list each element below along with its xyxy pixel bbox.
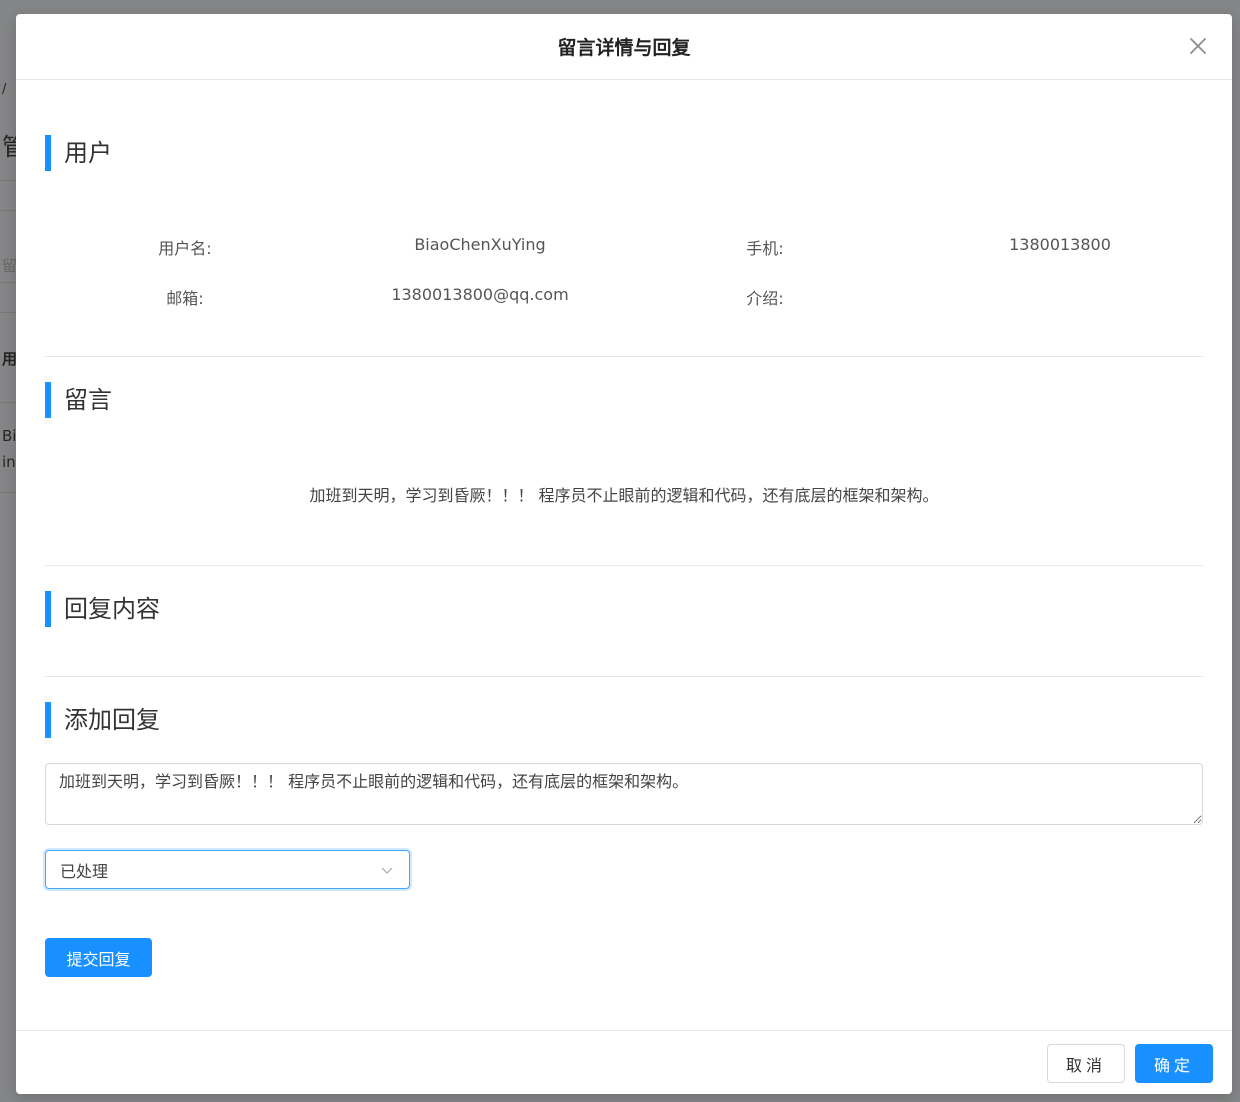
phone-value: 1380013800	[1009, 235, 1111, 254]
section-title-message: 留言	[45, 382, 112, 418]
section-divider	[45, 565, 1203, 566]
submit-reply-button[interactable]: 提交回复	[45, 938, 152, 977]
email-value: 1380013800@qq.com	[391, 285, 569, 304]
section-divider	[45, 356, 1203, 357]
modal-body: 用户 用户名: BiaoChenXuYing 手机: 1380013800 邮箱…	[45, 80, 1203, 1030]
modal-footer: 取消 确定	[16, 1030, 1232, 1094]
username-label: 用户名:	[158, 239, 212, 258]
section-title-reply-content: 回复内容	[45, 591, 160, 627]
message-detail-modal: 留言详情与回复 用户 用户名: BiaoChenXuYing 手机: 13800…	[16, 14, 1232, 1094]
section-divider	[45, 676, 1203, 677]
section-title-user: 用户	[45, 135, 112, 171]
reply-textarea[interactable]: 加班到天明，学习到昏厥！！！ 程序员不止眼前的逻辑和代码，还有底层的框架和架构。	[45, 763, 1203, 825]
section-title-add-reply: 添加回复	[45, 702, 160, 738]
status-select-value: 已处理	[60, 861, 109, 881]
intro-label: 介绍:	[746, 289, 784, 308]
ok-button[interactable]: 确定	[1135, 1044, 1213, 1083]
username-value: BiaoChenXuYing	[414, 235, 546, 254]
modal-title: 留言详情与回复	[557, 37, 691, 59]
modal-header: 留言详情与回复	[16, 14, 1232, 80]
message-text: 加班到天明，学习到昏厥！！！ 程序员不止眼前的逻辑和代码，还有底层的框架和架构。	[309, 486, 939, 505]
status-select[interactable]: 已处理	[45, 850, 410, 889]
phone-label: 手机:	[746, 239, 784, 258]
cancel-button[interactable]: 取消	[1047, 1044, 1125, 1083]
close-icon[interactable]	[1186, 34, 1210, 58]
chevron-down-icon	[379, 862, 395, 878]
email-label: 邮箱:	[166, 289, 204, 308]
